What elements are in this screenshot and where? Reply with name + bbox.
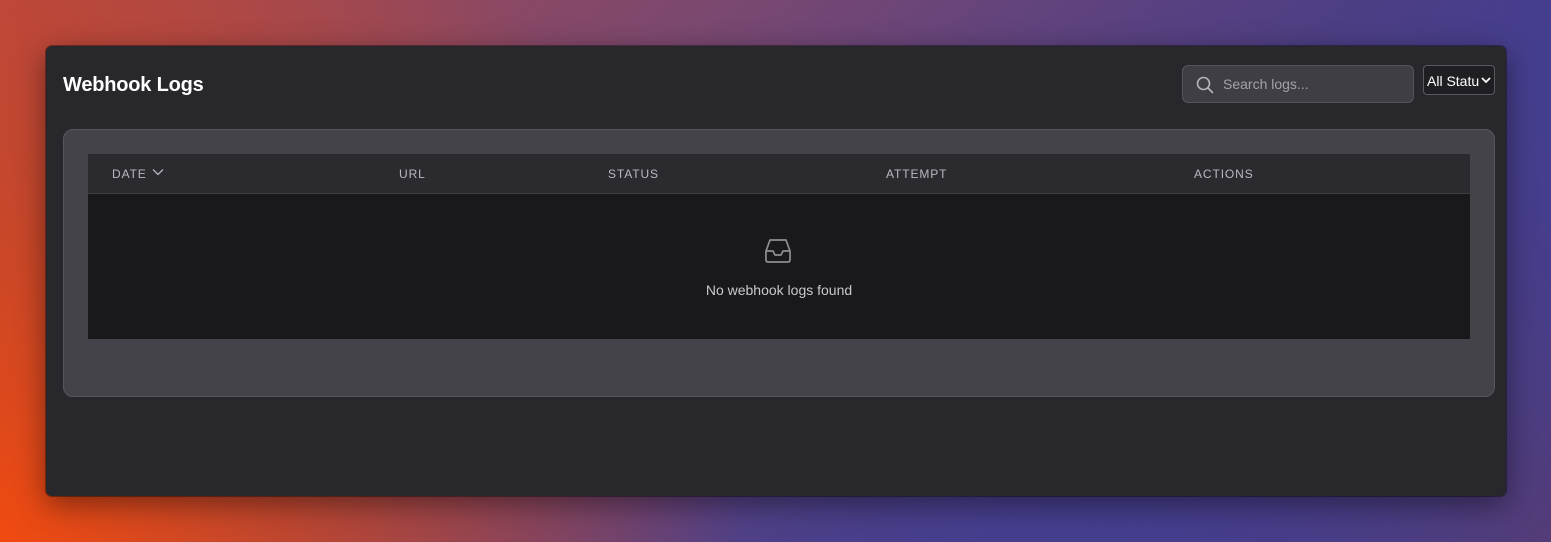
- table-header: DATE URL STATUS ATTEMPT ACTIONS: [88, 154, 1470, 194]
- empty-state-message: No webhook logs found: [705, 282, 853, 298]
- search-box[interactable]: [1182, 65, 1414, 103]
- status-filter-value: All Statu: [1427, 73, 1480, 89]
- webhook-logs-window: Webhook Logs All Statu DATE URL STATUS A…: [46, 46, 1506, 496]
- page-title: Webhook Logs: [63, 74, 204, 96]
- chevron-down-icon[interactable]: [152, 168, 164, 176]
- logs-card: DATE URL STATUS ATTEMPT ACTIONS No webho…: [63, 129, 1495, 397]
- search-icon: [1196, 76, 1214, 94]
- status-filter-select[interactable]: All Statu: [1423, 65, 1495, 95]
- chevron-down-icon: [1481, 77, 1491, 84]
- column-header-url: URL: [399, 167, 426, 181]
- empty-state: No webhook logs found: [88, 194, 1470, 339]
- column-header-attempt: ATTEMPT: [886, 167, 948, 181]
- column-header-actions: ACTIONS: [1194, 167, 1254, 181]
- column-header-status: STATUS: [608, 167, 659, 181]
- search-input[interactable]: [1223, 66, 1403, 102]
- logs-table: DATE URL STATUS ATTEMPT ACTIONS No webho…: [88, 154, 1470, 339]
- column-header-date[interactable]: DATE: [112, 167, 147, 181]
- inbox-icon: [765, 239, 791, 263]
